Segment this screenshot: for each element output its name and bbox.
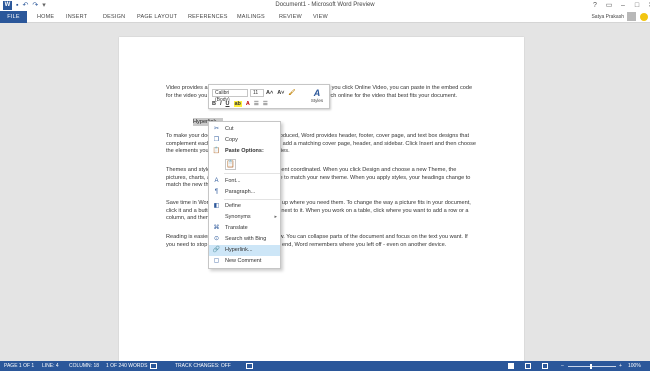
translate-icon: ⌘ [213,225,220,231]
cut-icon: ✂ [213,126,220,132]
styles-label: Styles [310,98,324,103]
avatar[interactable] [627,12,636,21]
zoom-out-button[interactable]: – [561,362,564,370]
close-icon[interactable]: ✕ [644,0,650,11]
submenu-arrow-icon: ▸ [274,214,277,220]
search-icon: ⊙ [213,236,220,242]
context-menu: ✂ Cut ❐ Copy 📋 Paste Options: 📋 A Font..… [208,121,281,269]
styles-button[interactable]: A Styles [308,88,326,108]
bold-button[interactable]: B [212,101,216,107]
tab-references[interactable]: REFERENCES [188,11,228,23]
column-number: COLUMN: 18 [69,363,100,369]
ribbon-tabs: FILE HOME INSERT DESIGN PAGE LAYOUT REFE… [0,11,650,23]
zoom-in-button[interactable]: + [619,362,622,370]
font-color-icon[interactable]: A [246,101,250,107]
window-controls: ? ▭ – □ ✕ [588,0,650,11]
shrink-font-icon[interactable]: A˅ [277,90,284,96]
title-bar: W ▪ ↶ ↷ ▾ Document1 - Microsoft Word Pre… [0,0,650,11]
menu-item-translate[interactable]: ⌘ Translate [209,223,280,234]
minimize-icon[interactable]: – [616,0,630,11]
menu-item-new-comment[interactable]: ▢ New Comment [209,256,280,267]
word-count[interactable]: 1 OF 240 WORDS [106,362,147,370]
paragraph-icon: ¶ [214,189,219,195]
menu-item-copy[interactable]: ❐ Copy [209,135,280,146]
font-icon: A [214,178,219,184]
status-bar: PAGE 1 OF 1 LINE: 4 COLUMN: 18 1 OF 240 … [0,361,650,371]
define-icon: ◧ [213,203,220,209]
paste-keep-text-icon[interactable]: 📋 [225,159,236,170]
mini-toolbar: Calibri (Body) 11 A˄ A˅ 🖌 B I U ab A ☰ ☰… [208,84,330,109]
track-changes-status[interactable]: TRACK CHANGES: OFF [175,362,231,370]
copy-icon: ❐ [213,137,220,143]
italic-button[interactable]: I [220,101,222,107]
user-name[interactable]: Satya Prakash [591,14,624,20]
format-painter-icon[interactable]: 🖌 [288,90,295,96]
zoom-level[interactable]: 100% [628,362,641,370]
bullets-icon[interactable]: ☰ [254,101,259,107]
tab-insert[interactable]: INSERT [66,11,87,23]
menu-separator [224,199,280,200]
comment-icon: ▢ [213,258,220,264]
window-title: Document1 - Microsoft Word Preview [275,2,375,8]
tab-home[interactable]: HOME [37,11,54,23]
feedback-smiley-icon[interactable] [640,13,648,21]
menu-item-paragraph[interactable]: ¶ Paragraph... [209,187,280,198]
menu-item-paste-options: 📋 Paste Options: [212,148,264,154]
menu-item-hyperlink[interactable]: 🔗 Hyperlink... [209,245,280,256]
line-number: LINE: 4 [42,363,59,369]
restore-icon[interactable]: □ [630,0,644,11]
paste-icon: 📋 [212,148,221,154]
tab-review[interactable]: REVIEW [279,11,302,23]
menu-item-synonyms[interactable]: Synonyms ▸ [209,212,280,223]
styles-icon: A [313,88,321,98]
tab-page-layout[interactable]: PAGE LAYOUT [137,11,177,23]
page-count[interactable]: PAGE 1 OF 1 [4,362,34,370]
tab-file[interactable]: FILE [0,11,27,23]
menu-item-font[interactable]: A Font... [209,176,280,187]
macro-record-icon[interactable] [246,363,253,369]
tab-design[interactable]: DESIGN [103,11,125,23]
underline-button[interactable]: U [226,101,230,107]
highlight-icon[interactable]: ab [233,100,242,107]
font-name-box[interactable]: Calibri (Body) [212,88,248,103]
hyperlink-icon: 🔗 [212,247,221,253]
zoom-slider[interactable] [568,366,616,367]
menu-separator [224,173,280,174]
print-layout-icon[interactable] [525,363,531,369]
zoom-slider-thumb[interactable] [590,364,592,369]
ribbon-display-options-icon[interactable]: ▭ [602,0,616,11]
menu-item-search-with-bing[interactable]: ⊙ Search with Bing [209,234,280,245]
proofing-icon[interactable] [150,363,157,369]
numbering-icon[interactable]: ☰ [263,101,268,107]
read-mode-icon[interactable] [508,363,514,369]
help-icon[interactable]: ? [588,0,602,11]
web-layout-icon[interactable] [542,363,548,369]
tab-mailings[interactable]: MAILINGS [237,11,265,23]
font-size-box[interactable]: 11 [250,88,264,97]
menu-item-define[interactable]: ◧ Define [209,201,280,212]
tab-view[interactable]: VIEW [313,11,328,23]
menu-item-cut[interactable]: ✂ Cut [209,124,280,135]
grow-font-icon[interactable]: A˄ [266,90,273,96]
